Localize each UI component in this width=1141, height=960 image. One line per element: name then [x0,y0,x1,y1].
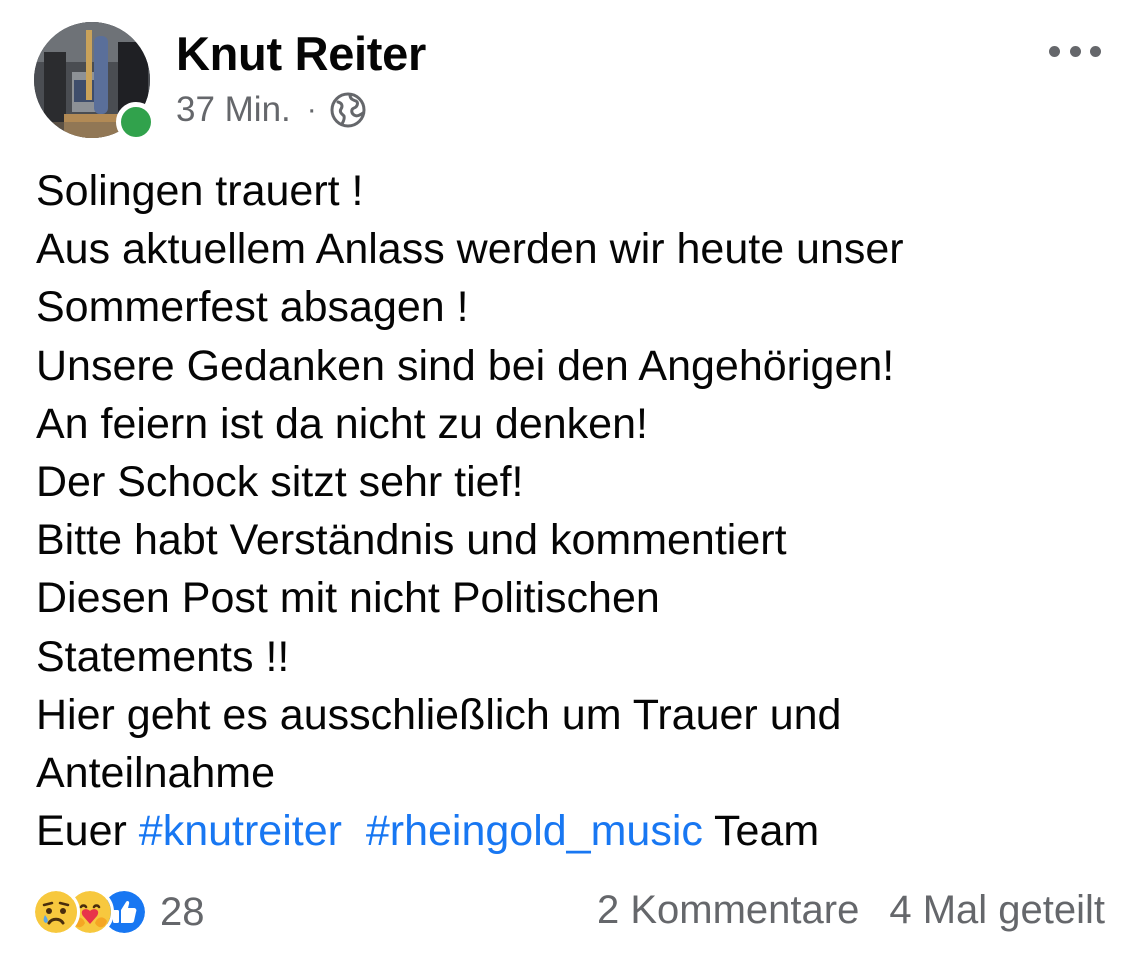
hashtag-rheingold-music[interactable]: #rheingold_music [366,807,703,855]
facebook-post: Knut Reiter 37 Min. · Solingen trauert !… [0,0,1141,960]
post-text-line: Statements !! [36,632,290,681]
reaction-count: 28 [160,889,205,934]
post-meta: 37 Min. · [176,90,367,130]
post-text-last-line: Euer #knutreiter #rheingold_music Team [36,802,1106,860]
signature-suffix: Team [702,807,820,856]
post-body-text: Solingen trauert ! Aus aktuellem Anlass … [36,162,1106,860]
more-dot [1090,45,1101,57]
post-text-line: Hier geht es ausschließlich um Trauer un… [36,690,842,739]
reactions-summary[interactable]: 28 [32,888,205,936]
post-text-line: Solingen trauert ! [36,167,364,215]
hashtag-knutreiter[interactable]: #knutreiter [139,807,342,855]
more-dot [1069,45,1081,57]
author-name[interactable]: Knut Reiter [176,26,426,81]
online-status-dot [116,102,156,142]
post-text-line: Aus aktuellem Anlass werden wir heute un… [36,225,904,274]
engagement-stats: 2 Kommentare 4 Mal geteilt [597,888,1105,933]
post-text-line: Anteilnahme [36,749,276,798]
sad-reaction-icon [32,888,80,936]
post-text-line: Unsere Gedanken sind bei den Angehörigen… [36,341,895,390]
author-avatar[interactable] [34,22,156,142]
more-options-icon[interactable] [1049,38,1101,64]
shares-count-link[interactable]: 4 Mal geteilt [889,888,1105,933]
post-text-line: An feiern ist da nicht zu denken! [36,399,648,448]
post-text-line: Sommerfest absagen ! [36,283,469,332]
globe-icon[interactable] [329,91,367,129]
more-dot [1049,45,1060,57]
post-text-line: Bitte habt Verständnis und kommentiert [36,516,787,565]
signature-prefix: Euer [36,807,139,856]
meta-separator: · [306,93,317,126]
post-text-line: Der Schock sitzt sehr tief! [36,458,524,507]
hashtag-spacer [342,807,366,855]
post-text-line: Diesen Post mit nicht Politischen [36,574,660,623]
comments-count-link[interactable]: 2 Kommentare [597,888,859,933]
post-timestamp[interactable]: 37 Min. [176,90,291,130]
